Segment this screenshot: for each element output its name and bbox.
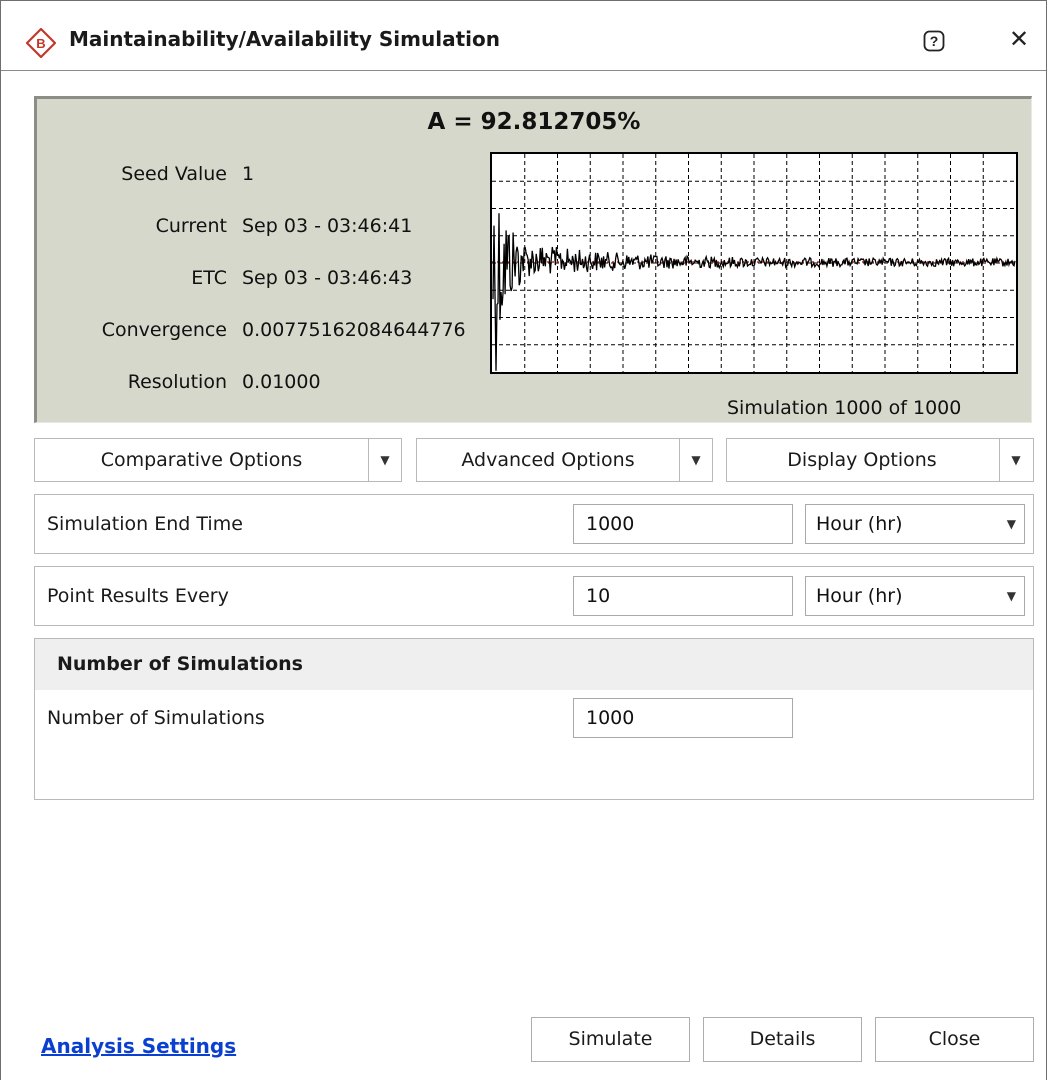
comparative-options-button[interactable]: Comparative Options ▼ [34, 438, 402, 482]
analysis-settings-link[interactable]: Analysis Settings [41, 1034, 236, 1058]
end-time-row: Simulation End Time 1000 Hour (hr) ▼ [34, 494, 1034, 554]
seed-label: Seed Value [121, 163, 227, 185]
end-time-unit-value: Hour (hr) [816, 513, 903, 535]
chevron-down-icon: ▼ [1006, 589, 1016, 603]
point-results-unit-value: Hour (hr) [816, 585, 903, 607]
convergence-label: Convergence [101, 319, 227, 341]
comparative-options-label: Comparative Options [100, 449, 303, 471]
point-results-row: Point Results Every 10 Hour (hr) ▼ [34, 566, 1034, 626]
details-button[interactable]: Details [703, 1017, 862, 1062]
current-value: Sep 03 - 03:46:41 [242, 215, 413, 237]
point-results-label: Point Results Every [47, 585, 229, 607]
resolution-label: Resolution [127, 371, 227, 393]
chevron-down-icon[interactable]: ▼ [999, 439, 1032, 481]
etc-value: Sep 03 - 03:46:43 [242, 267, 413, 289]
current-label: Current [155, 215, 227, 237]
window-title: Maintainability/Availability Simulation [69, 27, 500, 51]
close-icon[interactable]: ✕ [1006, 26, 1032, 52]
simulate-button[interactable]: Simulate [531, 1017, 690, 1062]
seed-value: 1 [242, 163, 255, 185]
availability-result: A = 92.812705% [427, 109, 641, 135]
dialog-window: B Maintainability/Availability Simulatio… [0, 0, 1047, 1080]
end-time-unit-select[interactable]: Hour (hr) ▼ [805, 504, 1025, 544]
display-options-button[interactable]: Display Options ▼ [726, 438, 1034, 482]
point-results-unit-select[interactable]: Hour (hr) ▼ [805, 576, 1025, 616]
svg-text:?: ? [930, 33, 939, 49]
advanced-options-button[interactable]: Advanced Options ▼ [416, 438, 713, 482]
convergence-chart [490, 152, 1018, 374]
end-time-label: Simulation End Time [47, 513, 243, 535]
chevron-down-icon[interactable]: ▼ [679, 439, 712, 481]
chevron-down-icon[interactable]: ▼ [368, 439, 401, 481]
simulations-label: Number of Simulations [47, 707, 265, 729]
simulation-counter: Simulation 1000 of 1000 [727, 397, 962, 419]
svg-text:B: B [36, 36, 45, 51]
advanced-options-label: Advanced Options [461, 449, 635, 471]
display-options-label: Display Options [787, 449, 937, 471]
number-of-simulations-group: Number of Simulations Number of Simulati… [34, 638, 1034, 800]
close-button[interactable]: Close [875, 1017, 1034, 1062]
chevron-down-icon: ▼ [1006, 517, 1016, 531]
group-title: Number of Simulations [57, 653, 303, 675]
resolution-value: 0.01000 [242, 371, 321, 393]
end-time-input[interactable]: 1000 [573, 504, 793, 544]
etc-label: ETC [191, 267, 227, 289]
title-bar: B Maintainability/Availability Simulatio… [1, 1, 1046, 71]
help-icon[interactable]: ? [922, 29, 946, 53]
convergence-value: 0.00775162084644776 [242, 319, 466, 341]
group-header: Number of Simulations [35, 639, 1033, 690]
simulations-input[interactable]: 1000 [573, 698, 793, 738]
point-results-input[interactable]: 10 [573, 576, 793, 616]
b-diamond-icon: B [26, 28, 56, 58]
simulation-status-panel: A = 92.812705% Seed Value 1 Current Sep … [34, 96, 1032, 423]
